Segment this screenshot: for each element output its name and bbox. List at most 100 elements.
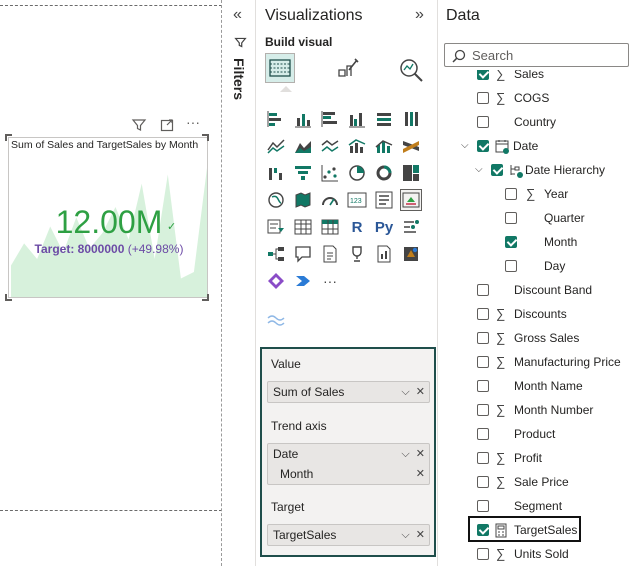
smart-narrative-icon[interactable] [319,243,341,265]
field-item-discount-band[interactable]: Discount Band [438,280,633,300]
resize-handle-br[interactable] [202,294,209,301]
field-item-month[interactable]: Month [438,232,633,252]
treemap-icon[interactable] [400,162,422,184]
chevron-down-icon[interactable]: ⌵ [401,529,409,541]
field-checkbox[interactable] [505,236,517,248]
build-visual-tab[interactable] [265,53,295,83]
key-influencers-icon[interactable] [400,216,422,238]
remove-field-icon[interactable]: ✕ [416,386,425,398]
field-checkbox[interactable] [477,356,489,368]
field-checkbox[interactable] [505,260,517,272]
collapse-left-icon[interactable]: « [233,6,242,24]
field-checkbox[interactable] [477,116,489,128]
field-item-sale-price[interactable]: ∑ Sale Price [438,472,633,492]
power-automate-flow-icon[interactable] [292,270,314,292]
field-item-month-name[interactable]: Month Name [438,376,633,396]
matrix-icon[interactable] [319,216,341,238]
goals-trophy-icon[interactable] [346,243,368,265]
field-item-manufacturing-price[interactable]: ∑ Manufacturing Price [438,352,633,372]
report-canvas[interactable]: ··· Sum of Sales and TargetSales by Mont… [0,0,224,566]
line-stacked-column-icon[interactable] [373,135,395,157]
field-checkbox[interactable] [477,92,489,104]
filters-label[interactable]: Filters [231,58,247,100]
field-checkbox[interactable] [505,212,517,224]
map-icon[interactable] [265,189,287,211]
kpi-visual[interactable]: Sum of Sales and TargetSales by Month 12… [8,137,208,298]
field-checkbox[interactable] [505,188,517,200]
expand-chevron-icon[interactable]: ⌵ [475,160,483,180]
clustered-column-icon[interactable] [346,108,368,130]
field-checkbox[interactable] [477,548,489,560]
field-checkbox[interactable] [477,500,489,512]
field-item-quarter[interactable]: Quarter [438,208,633,228]
field-item-cogs[interactable]: ∑ COGS [438,88,633,108]
custom-visual-wave-icon[interactable] [266,312,286,335]
clustered-bar-icon[interactable] [319,108,341,130]
donut-chart-icon[interactable] [373,162,395,184]
more-options-icon[interactable]: ··· [186,114,200,130]
funnel-icon[interactable] [292,162,314,184]
kpi-icon[interactable] [400,189,422,211]
field-checkbox[interactable] [477,476,489,488]
remove-field-icon[interactable]: ✕ [416,448,425,460]
field-item-month-number[interactable]: ∑ Month Number [438,400,633,420]
field-item-segment[interactable]: Segment [438,496,633,516]
slicer-icon[interactable] [265,216,287,238]
stacked-area-icon[interactable] [319,135,341,157]
target-well-field[interactable]: TargetSales ⌵ ✕ [267,524,430,546]
card-icon[interactable]: 123 [346,189,368,211]
r-script-icon[interactable]: R [346,216,368,238]
format-visual-tab[interactable] [335,56,361,87]
scatter-chart-icon[interactable] [319,162,341,184]
field-item-gross-sales[interactable]: ∑ Gross Sales [438,328,633,348]
resize-handle-tl[interactable] [5,134,12,141]
field-item-profit[interactable]: ∑ Profit [438,448,633,468]
focus-mode-icon[interactable] [159,117,175,133]
gauge-icon[interactable] [319,189,341,211]
field-checkbox[interactable] [477,70,489,80]
decomposition-tree-icon[interactable] [265,243,287,265]
filled-map-icon[interactable] [292,189,314,211]
line-chart-icon[interactable] [265,135,287,157]
field-item-sales[interactable]: ∑ Sales [438,70,633,84]
ribbon-chart-icon[interactable] [400,135,422,157]
field-item-country[interactable]: Country [438,112,633,132]
field-checkbox[interactable] [477,284,489,296]
multi-row-card-icon[interactable] [373,189,395,211]
power-automate-icon[interactable] [265,270,287,292]
chevron-down-icon[interactable]: ⌵ [401,448,409,460]
field-checkbox[interactable] [477,452,489,464]
field-item-date-hierarchy[interactable]: ⌵ Date Hierarchy [438,160,633,180]
field-checkbox[interactable] [477,428,489,440]
100-stacked-column-icon[interactable] [400,108,422,130]
100-stacked-bar-icon[interactable] [373,108,395,130]
analytics-tab[interactable] [397,56,425,89]
field-checkbox[interactable] [477,308,489,320]
remove-subfield-icon[interactable]: ✕ [416,468,425,480]
waterfall-icon[interactable] [265,162,287,184]
field-checkbox[interactable] [477,404,489,416]
expand-right-icon[interactable]: » [415,6,424,24]
filters-pane[interactable]: « Filters [224,0,256,566]
filter-visual-icon[interactable] [131,117,147,133]
expand-chevron-icon[interactable]: ⌵ [461,136,469,156]
get-more-visuals-icon[interactable]: ··· [319,270,341,292]
resize-handle-tr[interactable] [202,134,209,141]
field-checkbox[interactable] [477,380,489,392]
field-item-year[interactable]: ∑ Year [438,184,633,204]
resize-handle-bl[interactable] [5,294,12,301]
field-checkbox[interactable] [477,140,489,152]
power-apps-icon[interactable] [400,243,422,265]
trend-axis-well-field[interactable]: Date ⌵ ✕ Month ✕ [267,443,430,485]
line-clustered-column-icon[interactable] [346,135,368,157]
field-item-product[interactable]: Product [438,424,633,444]
area-chart-icon[interactable] [292,135,314,157]
pie-chart-icon[interactable] [346,162,368,184]
chevron-down-icon[interactable]: ⌵ [401,386,409,398]
field-item-day[interactable]: Day [438,256,633,276]
remove-field-icon[interactable]: ✕ [416,529,425,541]
search-input[interactable]: Search [444,43,629,67]
field-item-date[interactable]: ⌵ Date [438,136,633,156]
paginated-report-icon[interactable] [373,243,395,265]
table-icon[interactable] [292,216,314,238]
